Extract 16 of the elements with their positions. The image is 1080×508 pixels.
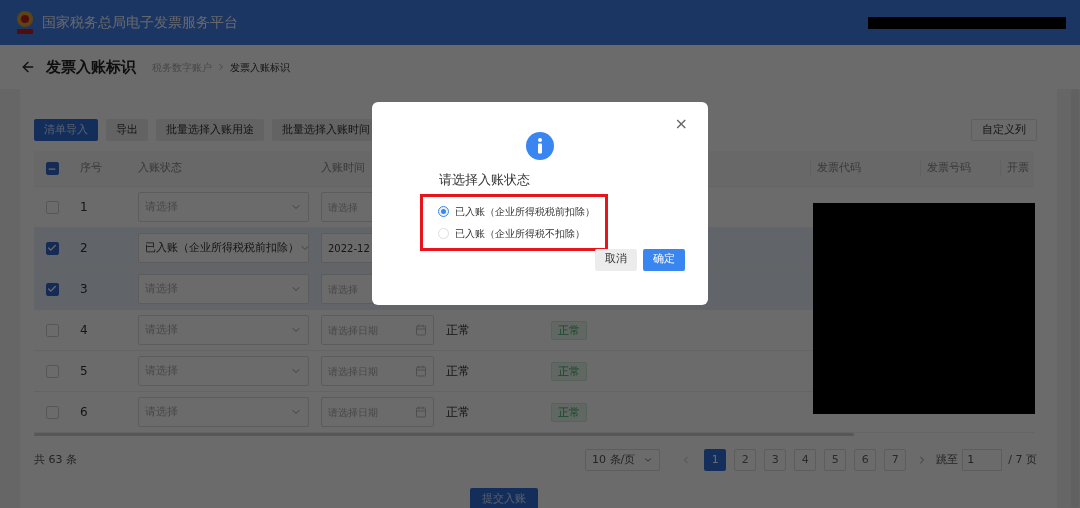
- table-cell: 2: [80, 241, 88, 255]
- table-cell: 1: [80, 200, 88, 214]
- table-cell: 正常: [446, 364, 470, 378]
- total-count: 共 63 条: [34, 451, 77, 468]
- table-cell: 5: [80, 364, 88, 378]
- breadcrumb-item: 发票入账标识: [230, 60, 290, 75]
- page-title: 发票入账标识: [46, 56, 136, 78]
- table-cell: 4: [80, 323, 88, 337]
- table-cell: 正常: [446, 405, 470, 419]
- table-cell: 6: [80, 405, 88, 419]
- table-cell: 正常: [446, 323, 470, 337]
- jump-label: 跳至: [936, 451, 959, 468]
- page-count: / 7 页: [1008, 451, 1037, 468]
- dialog-title: 请选择入账状态: [439, 171, 531, 189]
- platform-title: 国家税务总局电子发票服务平台: [42, 13, 238, 32]
- table-cell: 3: [80, 282, 88, 296]
